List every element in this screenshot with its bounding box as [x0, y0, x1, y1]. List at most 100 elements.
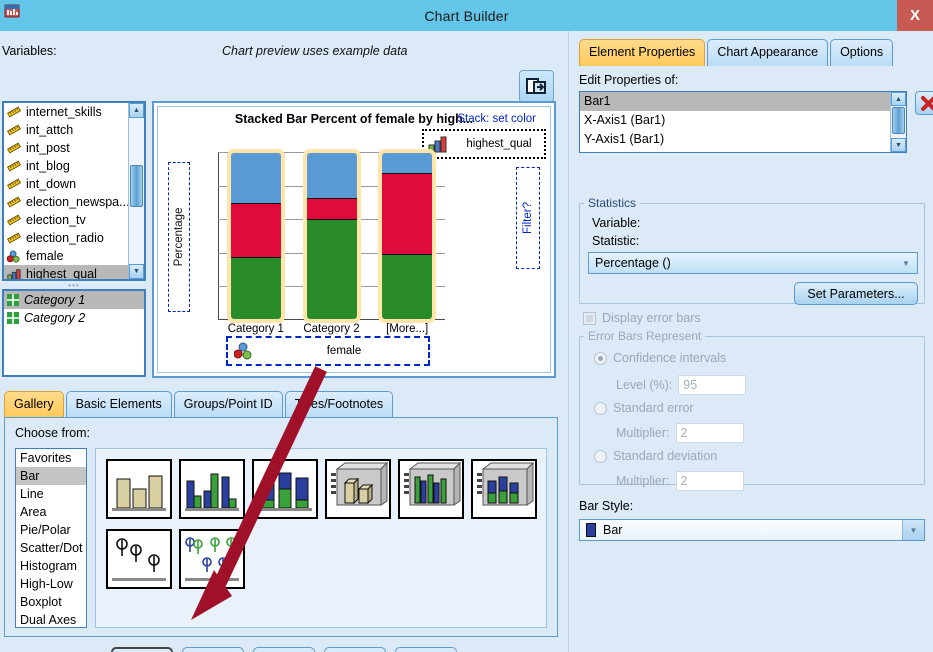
categories-list[interactable]: Category 1 Category 2	[2, 289, 146, 377]
choose-from-label: Choose from:	[15, 426, 91, 440]
property-item[interactable]: X-Axis1 (Bar1)	[580, 111, 890, 130]
gallery-thumbnails	[95, 448, 547, 628]
chart-type-dual-axes[interactable]: Dual Axes	[16, 611, 86, 629]
display-error-bars-checkbox[interactable]: Display error bars	[583, 311, 701, 325]
chart-type-pie-polar[interactable]: Pie/Polar	[16, 521, 86, 539]
tab-options[interactable]: Options	[830, 39, 894, 66]
scroll-up-icon[interactable]: ▲	[891, 92, 906, 106]
category-item[interactable]: Category 2	[4, 309, 144, 327]
chart-bar[interactable]	[226, 149, 285, 323]
variable-item-highest_qual[interactable]: highest_qual	[4, 265, 128, 279]
x-axis-drop-zone[interactable]: female	[226, 336, 430, 366]
tab-element-properties[interactable]: Element Properties	[579, 39, 706, 66]
category-item[interactable]: Category 1	[4, 291, 144, 309]
variable-item-female[interactable]: female	[4, 247, 128, 265]
chart-type-list[interactable]: Favorites Bar Line Area Pie/Polar Scatter/Dot…	[15, 448, 87, 628]
properties-scrollbar[interactable]: ▲ ▼	[890, 92, 906, 152]
property-item[interactable]: Bar1	[580, 92, 890, 111]
edit-properties-list[interactable]: Bar1X-Axis1 (Bar1)Y-Axis1 (Bar1)GroupCol…	[579, 91, 907, 153]
tab-gallery[interactable]: Gallery	[4, 391, 64, 418]
variable-item-int_attch[interactable]: int_attch	[4, 121, 128, 139]
bar-style-dropdown[interactable]: Bar ▼	[579, 519, 925, 541]
tab-basic-elements[interactable]: Basic Elements	[65, 391, 172, 418]
edit-properties-inner: Bar1X-Axis1 (Bar1)Y-Axis1 (Bar1)GroupCol…	[580, 92, 890, 152]
red-x-delete-icon[interactable]	[915, 91, 933, 115]
chart-type-scatter-dot[interactable]: Scatter/Dot	[16, 539, 86, 557]
gallery-thumb-simple-3d-bar[interactable]	[325, 459, 391, 519]
expand-panel-icon[interactable]	[519, 70, 554, 103]
chart-preview-canvas[interactable]: Stacked Bar Percent of female by high...…	[152, 101, 556, 378]
error-bars-group-label: Error Bars Represent	[588, 329, 702, 343]
category-label: Category 1	[24, 293, 86, 307]
standard-deviation-radio[interactable]: Standard deviation	[594, 449, 717, 463]
gallery-thumb-clustered-3d-bar[interactable]	[398, 459, 464, 519]
gallery-thumb-simple-bar[interactable]	[106, 459, 172, 519]
chart-type-boxplot[interactable]: Boxplot	[16, 593, 86, 611]
variable-item-election_radio[interactable]: election_radio	[4, 229, 128, 247]
property-item[interactable]: GroupColor (Bar1)	[580, 149, 890, 152]
gallery-tabs: Gallery Basic Elements Groups/Point ID Titl…	[4, 391, 395, 418]
gallery-thumb-simple-error-bar[interactable]	[106, 529, 172, 589]
gallery-thumb-clustered-error-bar[interactable]	[179, 529, 245, 589]
set-parameters-button[interactable]: Set Parameters...	[794, 282, 918, 305]
chart-type-favorites[interactable]: Favorites	[16, 449, 86, 467]
property-item[interactable]: Y-Axis1 (Bar1)	[580, 130, 890, 149]
confidence-intervals-radio[interactable]: Confidence intervals	[594, 351, 726, 365]
standard-error-radio[interactable]: Standard error	[594, 401, 694, 415]
variable-label: election_radio	[26, 231, 104, 245]
tab-groups-point-id[interactable]: Groups/Point ID	[173, 391, 283, 418]
scrollbar-thumb[interactable]	[130, 165, 143, 207]
bar-segment-red-segment	[230, 203, 281, 258]
chart-type-histogram[interactable]: Histogram	[16, 557, 86, 575]
variable-label: int_blog	[26, 159, 70, 173]
chart-type-bar[interactable]: Bar	[16, 467, 86, 485]
bar-style-value: Bar	[603, 523, 623, 537]
reset-button[interactable]: Reset	[253, 647, 315, 652]
splitter-handle[interactable]: •••	[2, 281, 146, 290]
chart-type-high-low[interactable]: High-Low	[16, 575, 86, 593]
scale-ruler-icon	[7, 106, 21, 118]
set-parameters-label: Set Parameters...	[807, 286, 905, 301]
ok-button[interactable]: OK	[111, 647, 173, 652]
help-button[interactable]: Help	[395, 647, 457, 652]
chart-type-line[interactable]: Line	[16, 485, 86, 503]
scale-ruler-icon	[7, 142, 21, 154]
chart-bar[interactable]	[378, 149, 437, 323]
category-grid-icon	[7, 312, 19, 324]
cancel-button[interactable]: Cancel	[324, 647, 386, 652]
variable-item-int_blog[interactable]: int_blog	[4, 157, 128, 175]
tab-chart-appearance[interactable]: Chart Appearance	[707, 39, 829, 66]
variables-scrollbar[interactable]: ▲ ▼	[128, 103, 144, 279]
bar-segment-red-segment	[306, 198, 357, 219]
scale-ruler-icon	[7, 178, 21, 190]
close-button[interactable]: X	[897, 0, 933, 31]
variable-item-election_newspa[interactable]: election_newspa...	[4, 193, 128, 211]
paste-button[interactable]: Paste	[182, 647, 244, 652]
scroll-up-icon[interactable]: ▲	[129, 103, 144, 118]
filter-drop-zone[interactable]: Filter?	[516, 167, 540, 269]
gallery-thumb-stacked-bar[interactable]	[252, 459, 318, 519]
variable-item-int_down[interactable]: int_down	[4, 175, 128, 193]
variables-list[interactable]: internet_skills int_attch int_post int_blog…	[2, 101, 146, 281]
statistic-dropdown[interactable]: Percentage () ▼	[588, 252, 918, 274]
level-label: Level (%):	[616, 378, 673, 392]
variable-item-int_post[interactable]: int_post	[4, 139, 128, 157]
variable-item-internet_skills[interactable]: internet_skills	[4, 103, 128, 121]
chevron-down-icon[interactable]: ▼	[902, 520, 924, 540]
chart-bar[interactable]	[302, 149, 361, 323]
y-axis-drop-zone[interactable]: Percentage	[168, 162, 190, 312]
gallery-thumb-clustered-bar[interactable]	[179, 459, 245, 519]
scroll-down-icon[interactable]: ▼	[891, 138, 906, 152]
tab-titles-footnotes[interactable]: Titles/Footnotes	[284, 391, 394, 418]
chart-type-area[interactable]: Area	[16, 503, 86, 521]
scrollbar-thumb[interactable]	[892, 107, 905, 134]
scroll-down-icon[interactable]: ▼	[129, 264, 144, 279]
level-input[interactable]: 95	[678, 375, 747, 395]
se-multiplier-input[interactable]: 2	[675, 423, 744, 443]
sd-multiplier-input[interactable]: 2	[675, 471, 744, 491]
category-label: Category 2	[24, 311, 86, 325]
variable-item-election_tv[interactable]: election_tv	[4, 211, 128, 229]
nominal-icon	[7, 249, 20, 263]
gallery-thumb-stacked-3d-bar[interactable]	[471, 459, 537, 519]
chevron-down-icon[interactable]: ▼	[895, 253, 917, 273]
